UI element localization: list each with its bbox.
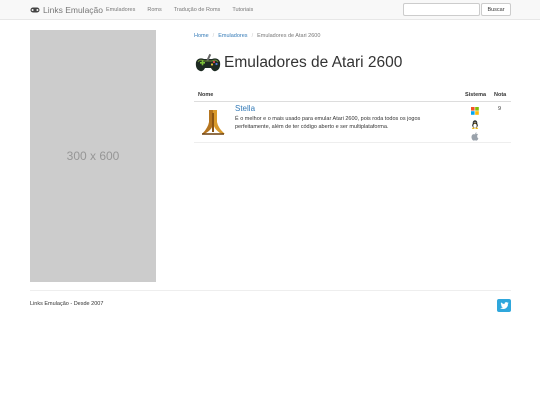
- header-system: Sistema: [465, 92, 487, 98]
- windows-icon: [471, 107, 479, 115]
- nav-link-tutoriais[interactable]: Tutoriais: [232, 7, 253, 13]
- page-title: Emuladores de Atari 2600: [224, 54, 403, 71]
- nav-link-traducao-de-roms[interactable]: Tradução de Roms: [174, 7, 221, 13]
- brand-link[interactable]: Links Emulação: [30, 5, 103, 15]
- nav-link-emuladores[interactable]: Emuladores: [106, 7, 135, 13]
- search-button[interactable]: Buscar: [481, 3, 511, 16]
- nav-links: Emuladores Roms Tradução de Roms Tutoria…: [106, 7, 253, 13]
- emulators-table: Nome Sistema Nota Stella É o melhor e o …: [194, 89, 511, 143]
- footer-divider: [30, 290, 511, 291]
- navbar: Links Emulação Emuladores Roms Tradução …: [0, 0, 540, 20]
- page-heading: Emuladores de Atari 2600: [194, 52, 402, 74]
- breadcrumb-separator: /: [212, 33, 215, 39]
- twitter-icon: [499, 302, 509, 309]
- breadcrumb-current: Emuladores de Atari 2600: [257, 33, 321, 39]
- ad-placeholder: 300 x 600: [30, 30, 156, 282]
- stella-logo-icon: [202, 110, 225, 135]
- table-row: Stella É o melhor e o mais usado para em…: [194, 102, 511, 143]
- twitter-button[interactable]: [497, 299, 511, 312]
- breadcrumb-separator: /: [251, 33, 254, 39]
- table-header: Nome Sistema Nota: [194, 89, 511, 102]
- header-name: Nome: [198, 92, 214, 98]
- gamepad-icon: [30, 7, 40, 13]
- emulator-description: É o melhor e o mais usado para emular At…: [235, 116, 421, 130]
- joystick-icon: [195, 53, 221, 72]
- breadcrumb-home[interactable]: Home: [194, 33, 209, 39]
- header-score: Nota: [494, 92, 507, 98]
- search-input[interactable]: [403, 3, 480, 16]
- breadcrumb-emuladores[interactable]: Emuladores: [218, 33, 247, 39]
- nav-link-roms[interactable]: Roms: [147, 7, 161, 13]
- emulator-link-stella[interactable]: Stella: [235, 104, 255, 113]
- emulator-score: 9: [498, 106, 502, 112]
- footer-text: Links Emulação - Desde 2007: [30, 301, 104, 307]
- ad-size-label: 300 x 600: [66, 149, 120, 163]
- linux-icon: [471, 120, 479, 129]
- breadcrumb: Home / Emuladores / Emuladores de Atari 2600: [194, 33, 320, 39]
- brand-name: Links Emulação: [43, 5, 104, 15]
- apple-icon: [471, 132, 479, 141]
